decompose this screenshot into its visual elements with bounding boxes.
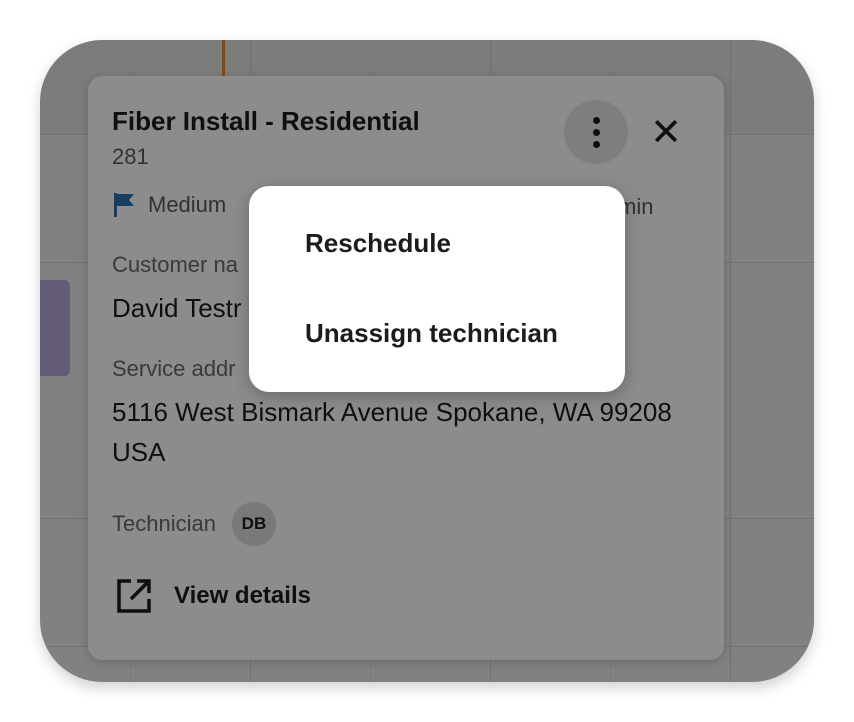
menu-item-reschedule[interactable]: Reschedule xyxy=(249,198,625,290)
menu-item-unassign-technician[interactable]: Unassign technician xyxy=(249,290,625,380)
options-menu: Reschedule Unassign technician xyxy=(249,186,625,392)
